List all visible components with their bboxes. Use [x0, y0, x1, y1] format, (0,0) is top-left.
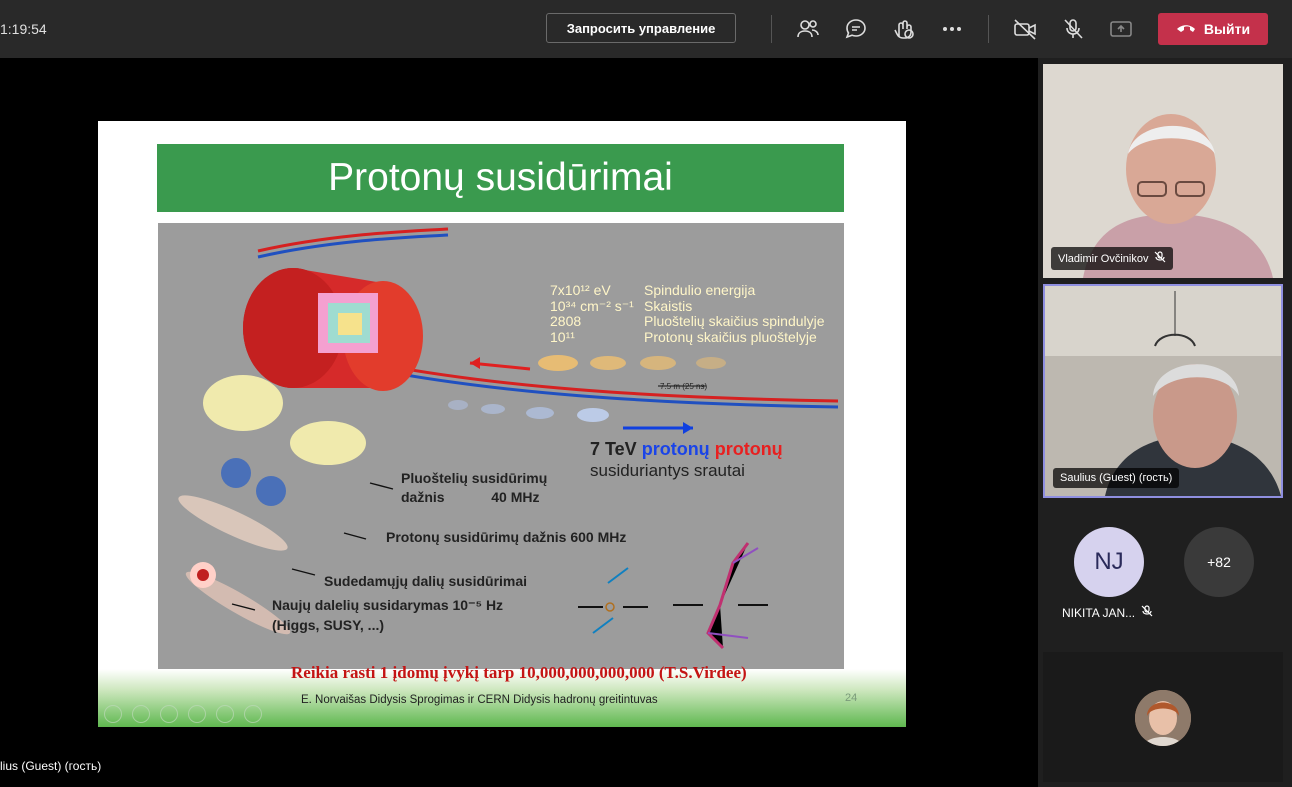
spec-label: Skaistis — [644, 298, 693, 314]
slide-page-number: 24 — [845, 692, 858, 704]
more-options-icon[interactable] — [244, 705, 262, 723]
spec-value: 2808 — [550, 313, 582, 329]
active-speaker-tile[interactable]: Saulius (Guest) (гость) — [1043, 284, 1283, 498]
leave-label: Выйти — [1203, 21, 1251, 37]
presentation-slide: Protonų susidūrimai 7x10¹² eV Spindulio … — [98, 121, 906, 727]
bunch-freq-line2: dažnis 40 MHz — [401, 489, 540, 505]
proton-blue-label: protonų — [641, 439, 710, 459]
overflow-count: +82 — [1207, 554, 1231, 570]
slide-banner: Reikia rasti 1 įdomų įvykį tarp 10,000,0… — [291, 663, 747, 682]
leave-button[interactable]: Выйти — [1158, 13, 1268, 45]
participant-video — [1043, 64, 1283, 278]
parts-collision-text: Sudedamųjų dalių susidūrimai — [324, 573, 528, 589]
phone-hangup-icon — [1176, 21, 1196, 37]
participant-avatar[interactable]: NJ — [1074, 527, 1144, 597]
mic-muted-icon — [1154, 251, 1166, 266]
new-particles-line1: Naujų dalelių susidarymas 10⁻⁵ Hz — [272, 597, 504, 613]
participant-video-tile[interactable]: Vladimir Ovčinikov — [1043, 64, 1283, 278]
slide-nav-controls — [104, 705, 262, 723]
participant-name-chip: Vladimir Ovčinikov — [1051, 247, 1174, 270]
mic-off-icon[interactable] — [1060, 16, 1086, 42]
toolbar-divider — [771, 15, 772, 43]
camera-off-icon[interactable] — [1012, 16, 1038, 42]
spec-label: Pluoštelių skaičius spindulyje — [644, 313, 825, 329]
chat-icon[interactable] — [843, 16, 869, 42]
share-icon[interactable] — [1108, 16, 1134, 42]
mic-muted-icon — [1141, 605, 1153, 620]
participant-name: Saulius (Guest) (гость) — [1060, 472, 1173, 484]
slide-footer-text: E. Norvaišas Didysis Sprogimas ir CERN D… — [301, 694, 658, 706]
slide-title-bar: Protonų susidūrimai — [157, 144, 844, 212]
beam-energy: 7 TeV — [590, 439, 637, 459]
self-preview-tile[interactable] — [1043, 652, 1283, 782]
new-particles-line2: (Higgs, SUSY, ...) — [272, 617, 385, 633]
more-icon[interactable] — [939, 16, 965, 42]
prev-slide-icon[interactable] — [104, 705, 122, 723]
spec-value: 10¹¹ — [550, 329, 575, 345]
spec-label: Spindulio energija — [644, 282, 756, 298]
toolbar-divider — [988, 15, 989, 43]
spec-label: Protonų skaičius pluoštelyje — [644, 329, 817, 345]
reactions-icon[interactable] — [891, 16, 917, 42]
proton-freq-text: Protonų susidūrimų dažnis 600 MHz — [386, 529, 627, 545]
spec-value: 7x10¹² eV — [550, 282, 611, 298]
participant-name-chip: Saulius (Guest) (гость) — [1053, 468, 1180, 488]
bunch-spacing-label: 7.5 m (25 ns) — [660, 382, 708, 391]
request-control-button[interactable]: Запросить управление — [546, 13, 736, 43]
participant-name: Vladimir Ovčinikov — [1058, 252, 1149, 265]
meeting-toolbar: 1:19:54 Запросить управление Выйти — [0, 0, 1292, 58]
avatar-initials: NJ — [1094, 548, 1124, 575]
slide-figure: 7x10¹² eV Spindulio energija 10³⁴ cm⁻² s… — [158, 223, 844, 679]
beam-caption-line2: susiduriantys srautai — [590, 461, 745, 480]
proton-red-label: protonų — [714, 439, 783, 459]
bunch-freq-line1: Pluoštelių susidūrimų — [401, 470, 548, 486]
participant-name: NIKITA JAN... — [1062, 605, 1136, 620]
pen-icon[interactable] — [160, 705, 178, 723]
slides-grid-icon[interactable] — [188, 705, 206, 723]
presenter-name: lius (Guest) (гость) — [0, 759, 102, 773]
beam-caption-line1: 7 TeV protonų protonų — [590, 439, 783, 460]
overflow-participants-button[interactable]: +82 — [1184, 527, 1254, 597]
participant-video — [1045, 286, 1281, 496]
people-icon[interactable] — [795, 16, 821, 42]
participant-caption: NIKITA JAN... — [1062, 605, 1153, 620]
slide-title: Protonų susidūrimai — [328, 156, 673, 199]
meeting-timer: 1:19:54 — [0, 21, 47, 37]
zoom-icon[interactable] — [216, 705, 234, 723]
self-avatar — [1135, 690, 1191, 746]
next-slide-icon[interactable] — [132, 705, 150, 723]
